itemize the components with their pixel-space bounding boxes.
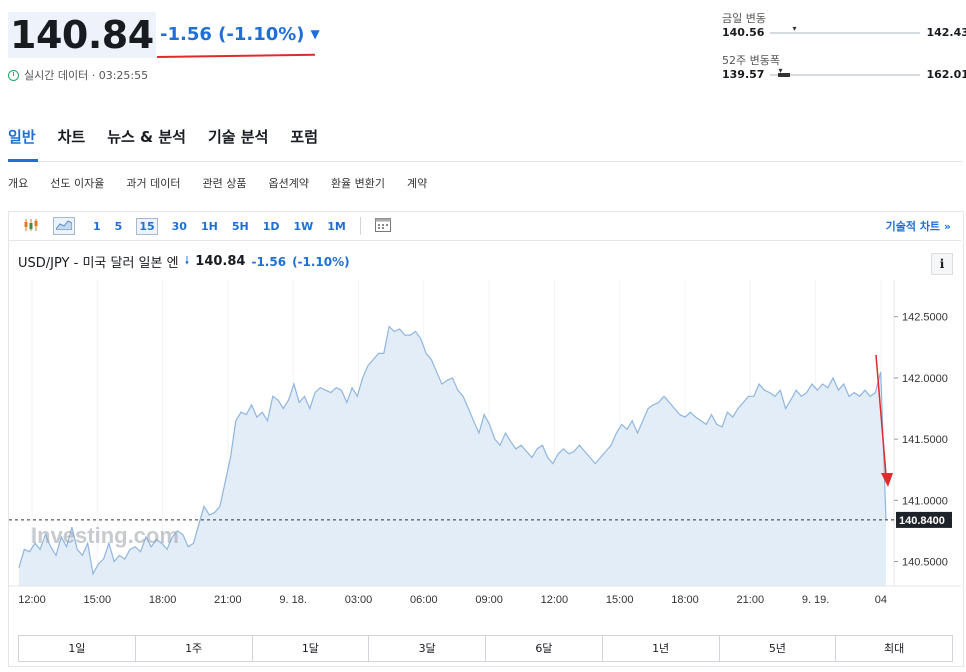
period-1y[interactable]: 1년 — [603, 636, 720, 661]
tab-technical[interactable]: 기술 분석 — [208, 126, 268, 147]
toolbar-divider — [359, 217, 361, 235]
day-range-bar: ▾ — [770, 24, 921, 34]
x-tick-label: 12:00 — [18, 594, 46, 606]
y-tick-label: 141.5000 — [902, 434, 948, 446]
x-tick-label: 06:00 — [410, 594, 438, 606]
tab-news[interactable]: 뉴스 & 분석 — [107, 126, 186, 147]
x-tick-label: 12:00 — [541, 594, 569, 606]
interval-1d[interactable]: 1D — [263, 220, 280, 233]
annotation-underline — [156, 53, 315, 58]
period-max[interactable]: 최대 — [836, 636, 952, 661]
clock-icon — [8, 69, 19, 81]
week52-range-bar: ▾ — [770, 66, 921, 77]
last-price-label: 140.8400 — [899, 515, 945, 527]
subnav-contracts[interactable]: 계약 — [407, 175, 427, 191]
chart-last-price: 140.84 — [195, 254, 246, 269]
x-tick-label: 9. 18. — [279, 594, 307, 606]
candlestick-icon[interactable] — [23, 218, 39, 234]
day-range-low: 140.56 — [722, 26, 765, 39]
y-tick-label: 142.0000 — [902, 373, 948, 385]
week52-range-marker: ▾ — [778, 65, 783, 75]
subnav-historical[interactable]: 과거 데이터 — [126, 175, 180, 191]
period-6m[interactable]: 6달 — [486, 636, 603, 661]
interval-1[interactable]: 1 — [93, 220, 101, 233]
down-triangle-icon: ▼ — [310, 27, 320, 41]
y-tick-label: 140.5000 — [902, 557, 948, 569]
subnav-overview[interactable]: 개요 — [8, 175, 28, 191]
period-1d[interactable]: 1일 — [19, 636, 136, 661]
current-price: 140.84 — [8, 12, 156, 58]
day-range: 금일 변동 140.56 ▾ 142.43 — [722, 10, 966, 39]
period-1w[interactable]: 1주 — [136, 636, 253, 661]
x-tick-label: 18:00 — [149, 594, 177, 606]
day-range-high: 142.43 — [926, 26, 966, 39]
technical-chart-link[interactable]: 기술적 차트 » — [886, 218, 951, 234]
x-tick-label: 9. 19. — [802, 594, 830, 606]
week52-range-label: 52주 변동폭 — [722, 54, 780, 67]
active-tab-indicator — [8, 159, 38, 162]
x-tick-label: 04 — [875, 594, 887, 606]
info-icon[interactable]: i — [931, 253, 953, 275]
subnav-options[interactable]: 옵션계약 — [268, 175, 308, 191]
tab-chart[interactable]: 차트 — [58, 126, 86, 147]
day-range-label: 금일 변동 — [722, 12, 766, 25]
period-5y[interactable]: 5년 — [720, 636, 837, 661]
x-tick-label: 09:00 — [475, 594, 503, 606]
y-tick-label: 142.5000 — [902, 312, 948, 324]
pair-name: USD/JPY - 미국 달러 일본 엔 — [18, 256, 179, 271]
day-range-marker: ▾ — [792, 23, 797, 33]
price-chart: 142.5000 142.0000 141.5000 141.0000 140.5000… — [9, 280, 961, 606]
interval-5[interactable]: 5 — [115, 220, 123, 233]
x-tick-label: 15:00 — [84, 594, 112, 606]
interval-1m[interactable]: 1M — [327, 220, 346, 233]
subnav-converter[interactable]: 환율 변환기 — [331, 175, 385, 191]
interval-1h[interactable]: 1H — [201, 220, 218, 233]
interval-1w[interactable]: 1W — [293, 220, 313, 233]
tab-divider — [8, 161, 962, 162]
chart-header: USD/JPY - 미국 달러 일본 엔 🠗 140.84 -1.56 (-1.… — [18, 252, 350, 271]
y-tick-label: 141.0000 — [902, 495, 948, 507]
week52-range-high: 162.01 — [926, 68, 966, 81]
subnav-related[interactable]: 관련 상품 — [202, 175, 246, 191]
calendar-icon[interactable] — [374, 217, 391, 235]
chart-change-pct: (-1.10%) — [292, 254, 350, 269]
period-1m[interactable]: 1달 — [253, 636, 370, 661]
realtime-status: 실시간 데이터 · 03:25:55 — [8, 67, 148, 83]
x-tick-label: 21:00 — [737, 594, 765, 606]
subnav-forward-rates[interactable]: 선도 이자율 — [50, 175, 104, 191]
down-arrow-icon: 🠗 — [184, 254, 190, 267]
price-change: -1.56 (-1.10%) ▼ — [160, 24, 320, 45]
x-tick-label: 15:00 — [606, 594, 634, 606]
investing-watermark: Investing.com — [31, 523, 179, 548]
tab-general[interactable]: 일반 — [8, 126, 36, 147]
tab-forum[interactable]: 포럼 — [290, 126, 318, 147]
x-tick-label: 21:00 — [214, 594, 242, 606]
interval-5h[interactable]: 5H — [232, 220, 249, 233]
interval-30[interactable]: 30 — [172, 220, 187, 233]
interval-15[interactable]: 15 — [136, 217, 158, 235]
week52-range: 52주 변동폭 139.57 ▾ 162.01 — [722, 52, 966, 81]
chart-change: -1.56 — [251, 254, 287, 269]
period-selector: 1일 1주 1달 3달 6달 1년 5년 최대 — [18, 635, 953, 662]
main-tabs: 일반 차트 뉴스 & 분석 기술 분석 포럼 — [8, 126, 340, 147]
chart-toolbar: 1 5 15 30 1H 5H 1D 1W 1M 기술적 차트 » — [9, 212, 961, 241]
period-3m[interactable]: 3달 — [369, 636, 486, 661]
week52-range-low: 139.57 — [722, 68, 765, 81]
x-tick-label: 03:00 — [345, 594, 373, 606]
x-tick-label: 18:00 — [671, 594, 699, 606]
sub-navigation: 개요 선도 이자율 과거 데이터 관련 상품 옵션계약 환율 변환기 계약 — [8, 175, 449, 191]
area-chart-icon[interactable] — [53, 217, 75, 235]
